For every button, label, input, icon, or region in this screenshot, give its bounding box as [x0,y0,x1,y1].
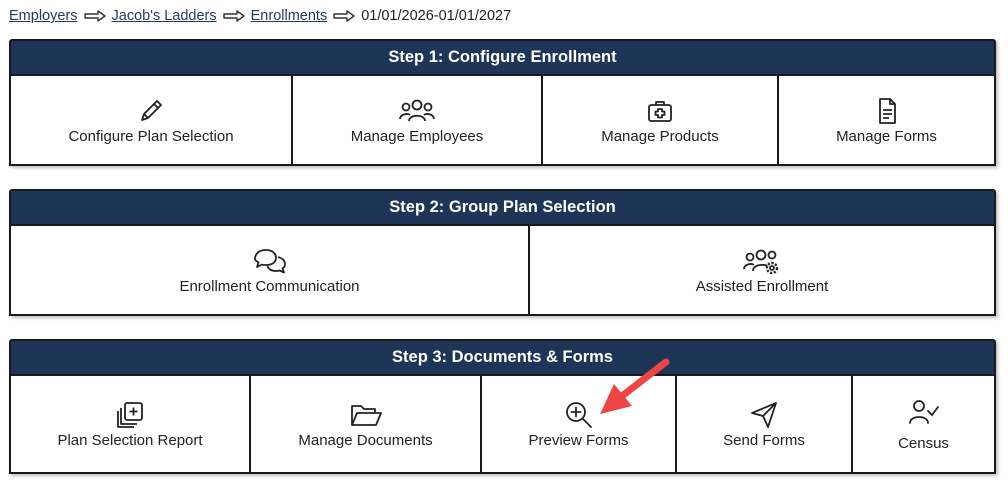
chat-bubbles-icon [251,246,289,276]
users-gear-icon [743,246,781,276]
step2-panel: Step 2: Group Plan Selection Enrollment … [9,189,996,316]
configure-plan-selection-label: Configure Plan Selection [68,127,234,145]
manage-documents-label: Manage Documents [298,431,433,449]
copy-plus-icon [115,400,145,430]
manage-products-label: Manage Products [601,127,719,145]
breadcrumb-current: 01/01/2026-01/01/2027 [361,8,512,24]
enrollment-communication-label: Enrollment Communication [179,277,360,295]
user-check-icon [908,397,940,427]
plan-selection-report-label: Plan Selection Report [57,431,203,449]
assisted-enrollment-label: Assisted Enrollment [695,277,829,295]
step2-title: Step 2: Group Plan Selection [11,191,994,226]
step3-panel: Step 3: Documents & Forms Plan Selection… [9,339,996,474]
manage-forms-button[interactable]: Manage Forms [779,76,994,164]
breadcrumb-jacobs-ladders[interactable]: Jacob's Ladders [112,8,217,24]
zoom-in-icon [564,400,594,430]
census-button[interactable]: Census [853,376,994,472]
document-icon [872,96,902,126]
assisted-enrollment-button[interactable]: Assisted Enrollment [530,226,994,314]
breadcrumb: Employers Jacob's Ladders Enrollments 01… [9,6,511,26]
medical-bag-icon [645,96,675,126]
configure-plan-selection-button[interactable]: Configure Plan Selection [11,76,293,164]
arrow-right-icon [83,10,106,22]
arrow-right-icon [222,10,245,22]
manage-products-button[interactable]: Manage Products [543,76,779,164]
send-forms-label: Send Forms [723,431,805,449]
manage-employees-label: Manage Employees [350,127,484,145]
folder-open-icon [349,400,383,430]
manage-employees-button[interactable]: Manage Employees [293,76,543,164]
breadcrumb-employers[interactable]: Employers [9,8,78,24]
users-icon [398,96,436,126]
pencil-icon [136,96,166,126]
manage-forms-label: Manage Forms [836,127,937,145]
arrow-right-icon [333,10,355,22]
plan-selection-report-button[interactable]: Plan Selection Report [11,376,251,472]
preview-forms-button[interactable]: Preview Forms [482,376,677,472]
census-label: Census [898,434,949,452]
enrollment-communication-button[interactable]: Enrollment Communication [11,226,530,314]
step3-title: Step 3: Documents & Forms [11,341,994,376]
step1-title: Step 1: Configure Enrollment [11,41,994,76]
paper-plane-icon [749,400,779,430]
send-forms-button[interactable]: Send Forms [677,376,853,472]
preview-forms-label: Preview Forms [528,431,629,449]
step1-panel: Step 1: Configure Enrollment Configure P… [9,39,996,166]
manage-documents-button[interactable]: Manage Documents [251,376,482,472]
breadcrumb-enrollments[interactable]: Enrollments [251,8,328,24]
